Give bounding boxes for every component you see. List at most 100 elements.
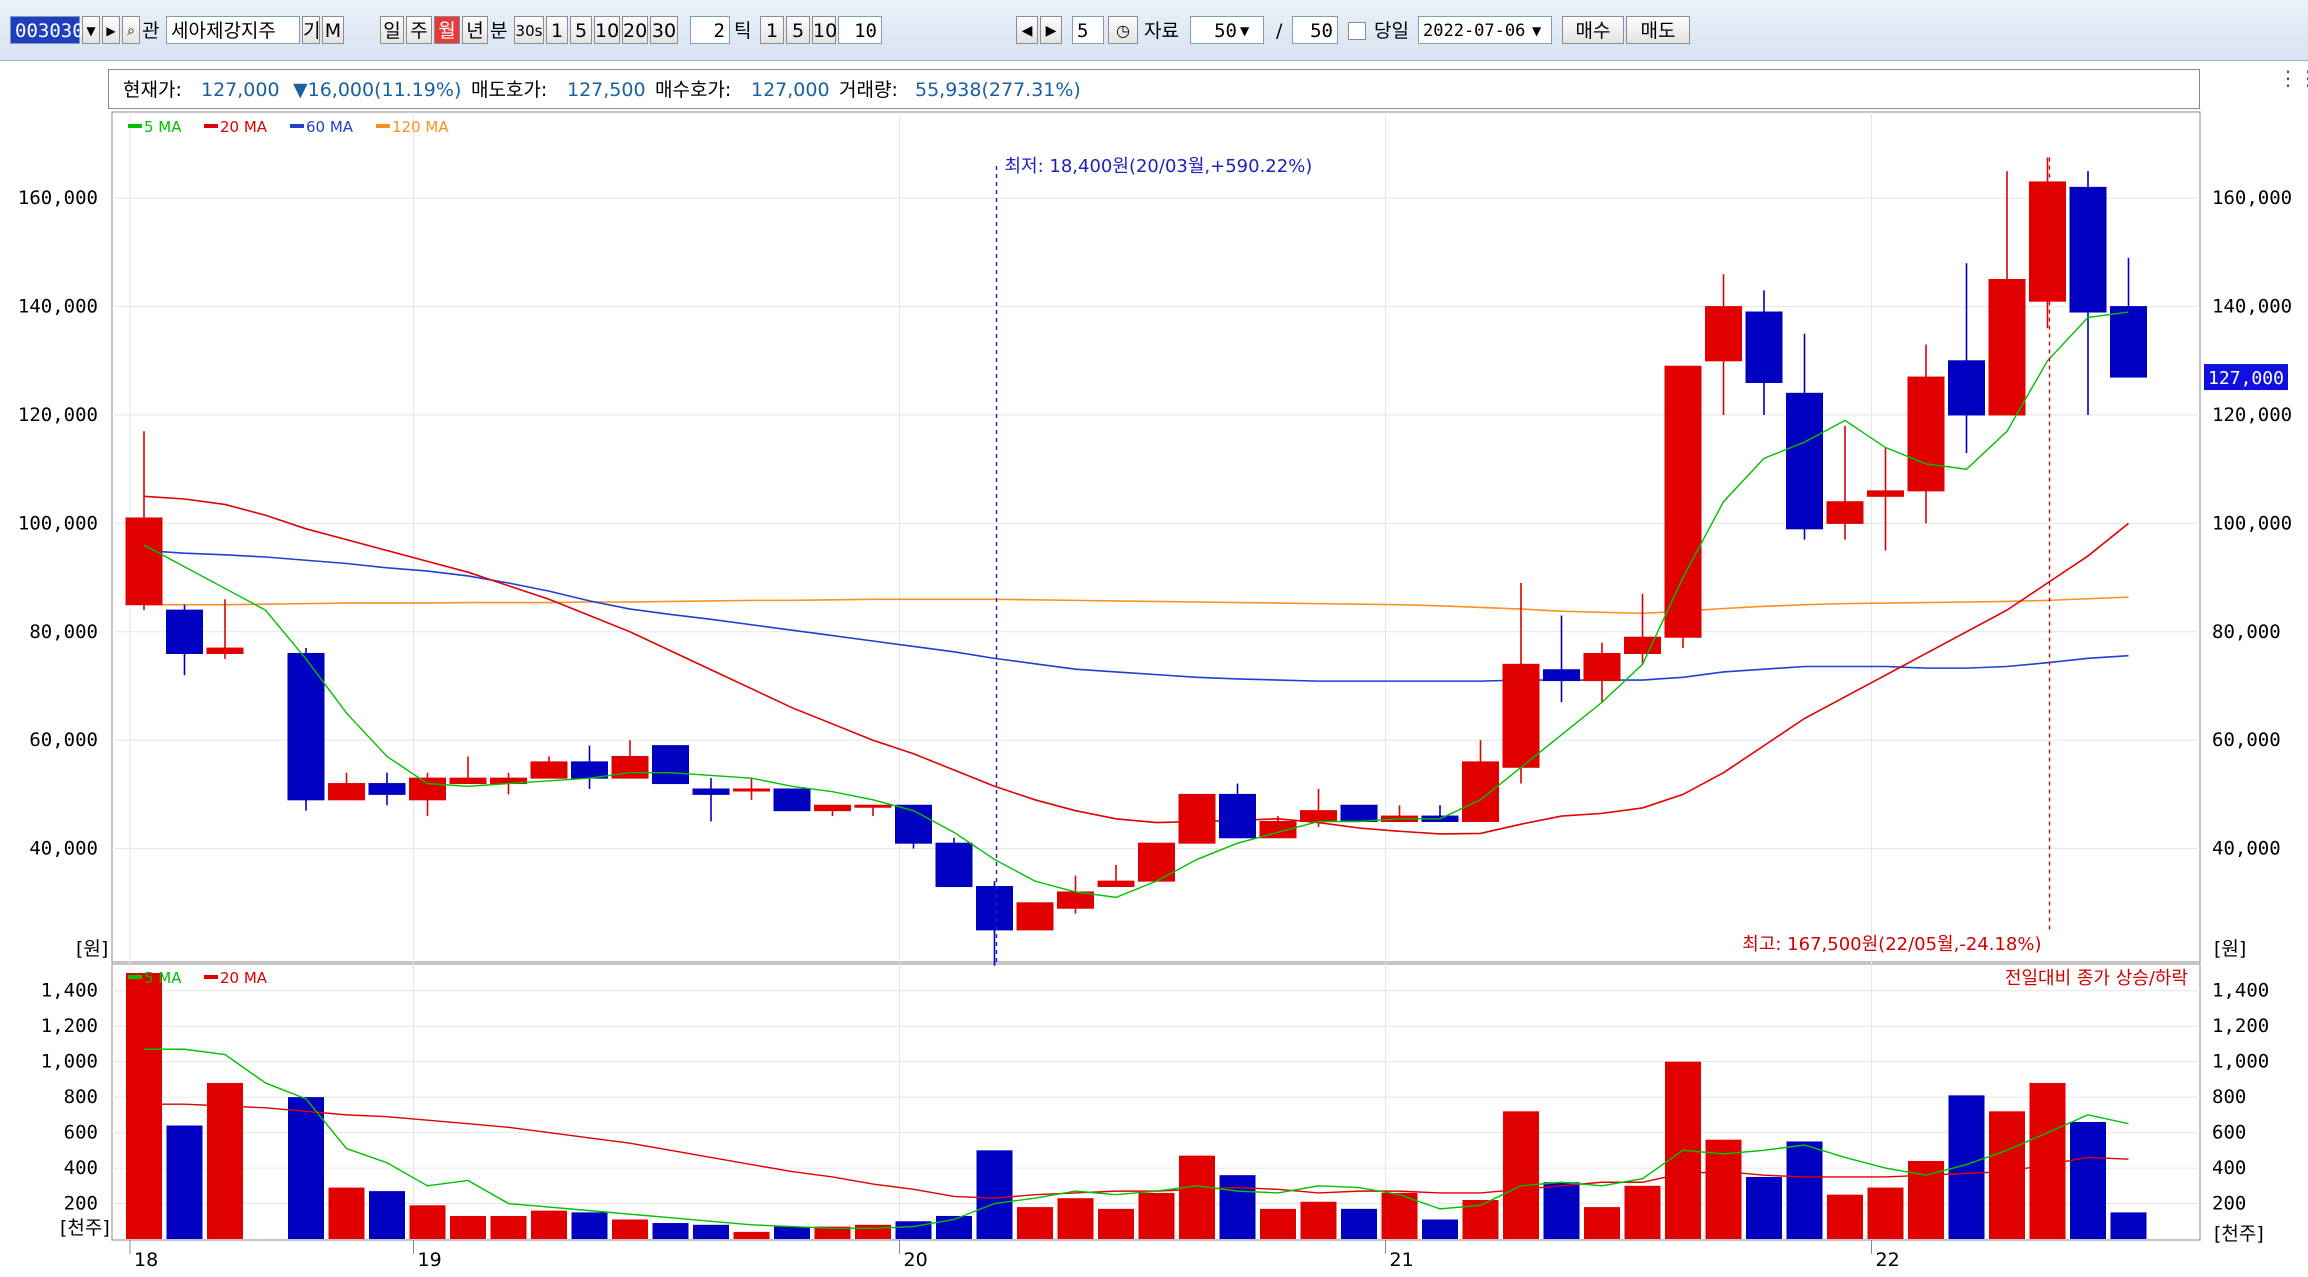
volume-tick-left: 400 bbox=[64, 1157, 98, 1179]
high-annotation: 최고: 167,500원(22/05월,-24.18%) bbox=[1742, 934, 2041, 955]
volume-bar bbox=[1422, 1219, 1458, 1239]
candle-body bbox=[530, 761, 568, 779]
candle-body bbox=[1138, 842, 1175, 882]
x-tick-label: 22 bbox=[1876, 1249, 1900, 1271]
price-tick-right: 100,000 bbox=[2212, 512, 2292, 534]
x-tick-label: 21 bbox=[1390, 1249, 1414, 1271]
candle-body bbox=[1907, 376, 1945, 492]
candle-body bbox=[1016, 902, 1054, 931]
price-tick-right: 60,000 bbox=[2212, 729, 2281, 751]
volume-bar bbox=[774, 1226, 810, 1239]
candle-body bbox=[773, 788, 811, 812]
price-pane bbox=[111, 111, 2201, 963]
volume-bar bbox=[1746, 1176, 1782, 1239]
volume-tick-right: 1,000 bbox=[2212, 1051, 2269, 1073]
volume-bar bbox=[652, 1223, 689, 1239]
volume-bar bbox=[2110, 1212, 2147, 1239]
price-unit-right: [원] bbox=[2214, 938, 2246, 960]
volume-tick-left: 200 bbox=[64, 1193, 98, 1215]
volume-bar bbox=[1179, 1155, 1215, 1239]
price-tick-right: 80,000 bbox=[2212, 621, 2281, 643]
candle-body bbox=[854, 804, 892, 808]
candle-body bbox=[1583, 652, 1621, 682]
candle-body bbox=[166, 609, 203, 654]
candle-body bbox=[814, 804, 851, 812]
current-price-tag-label: 127,000 bbox=[2208, 368, 2284, 389]
candle-body bbox=[571, 761, 608, 779]
candle-body bbox=[1948, 360, 1985, 416]
candle-body bbox=[368, 783, 406, 795]
candle-body bbox=[652, 745, 689, 785]
price-tick-right: 160,000 bbox=[2212, 187, 2292, 209]
volume-tick-left: 1,200 bbox=[41, 1015, 98, 1037]
candle-body bbox=[1705, 306, 1742, 362]
candle-body bbox=[1543, 669, 1580, 682]
price-tick-left: 100,000 bbox=[18, 512, 98, 534]
price-tick-left: 60,000 bbox=[29, 729, 98, 751]
candle-body bbox=[1786, 392, 1823, 530]
volume-tick-right: 1,200 bbox=[2212, 1015, 2269, 1037]
volume-bar bbox=[1260, 1208, 1296, 1239]
x-tick-label: 19 bbox=[418, 1249, 442, 1271]
price-legend-label: 120 MA bbox=[392, 118, 449, 136]
candle-body bbox=[125, 517, 163, 606]
volume-bar bbox=[1017, 1207, 1053, 1239]
volume-bar bbox=[976, 1150, 1013, 1239]
volume-bar bbox=[1341, 1208, 1377, 1239]
volume-bar bbox=[126, 973, 162, 1239]
volume-bar bbox=[1057, 1198, 1094, 1239]
candle-body bbox=[2069, 186, 2107, 313]
candle-body bbox=[1097, 880, 1135, 888]
volume-bar bbox=[733, 1231, 770, 1239]
volume-note: 전일대비 종가 상승/하락 bbox=[2005, 968, 2188, 989]
price-legend-label: 5 MA bbox=[144, 118, 182, 136]
candle-body bbox=[1867, 490, 1904, 497]
volume-tick-left: 1,400 bbox=[41, 980, 98, 1002]
volume-tick-right: 200 bbox=[2212, 1193, 2246, 1215]
candle-body bbox=[1300, 810, 1337, 822]
volume-bar bbox=[166, 1125, 203, 1239]
volume-legend-label: 20 MA bbox=[220, 969, 268, 987]
volume-bar bbox=[1786, 1141, 1823, 1239]
volume-bar bbox=[1989, 1111, 2025, 1239]
price-tick-left: 40,000 bbox=[29, 838, 98, 860]
volume-bar bbox=[1867, 1187, 1904, 1239]
volume-bar bbox=[450, 1215, 486, 1239]
volume-tick-right: 1,400 bbox=[2212, 980, 2269, 1002]
volume-bar bbox=[1138, 1192, 1175, 1239]
volume-bar bbox=[409, 1205, 446, 1239]
candle-body bbox=[2110, 306, 2147, 378]
volume-tick-left: 1,000 bbox=[41, 1051, 98, 1073]
price-tick-left: 80,000 bbox=[29, 621, 98, 643]
volume-unit-right: [천주] bbox=[2214, 1223, 2264, 1245]
price-tick-right: 140,000 bbox=[2212, 296, 2292, 318]
price-tick-right: 40,000 bbox=[2212, 838, 2281, 860]
candle-body bbox=[1624, 636, 1661, 654]
candle-body bbox=[1057, 891, 1094, 909]
price-legend-label: 60 MA bbox=[306, 118, 354, 136]
volume-bar bbox=[490, 1215, 527, 1239]
volume-bar bbox=[288, 1097, 324, 1239]
volume-bar bbox=[1098, 1208, 1134, 1239]
volume-tick-left: 600 bbox=[64, 1122, 98, 1144]
volume-bar bbox=[328, 1187, 365, 1239]
volume-bar bbox=[1705, 1139, 1742, 1239]
candle-body bbox=[206, 647, 244, 654]
candle-body bbox=[692, 788, 730, 795]
price-tick-left: 160,000 bbox=[18, 187, 98, 209]
candle-body bbox=[935, 842, 973, 888]
volume-bar bbox=[369, 1191, 405, 1239]
candle-body bbox=[449, 777, 487, 785]
volume-bar bbox=[855, 1224, 891, 1239]
volume-bar bbox=[571, 1212, 608, 1239]
price-tick-right: 120,000 bbox=[2212, 404, 2292, 426]
candle-body bbox=[1340, 804, 1378, 822]
volume-bar bbox=[1584, 1207, 1620, 1239]
candle-body bbox=[2029, 181, 2066, 302]
volume-tick-left: 800 bbox=[64, 1086, 98, 1108]
candle-body bbox=[976, 886, 1013, 931]
candle-body bbox=[1826, 501, 1864, 524]
price-volume-chart[interactable]: 160,000 160,000 140,000 140,000 120,000 120,0… bbox=[0, 0, 2308, 1277]
candle-body bbox=[733, 788, 770, 792]
volume-bar bbox=[2070, 1121, 2106, 1239]
